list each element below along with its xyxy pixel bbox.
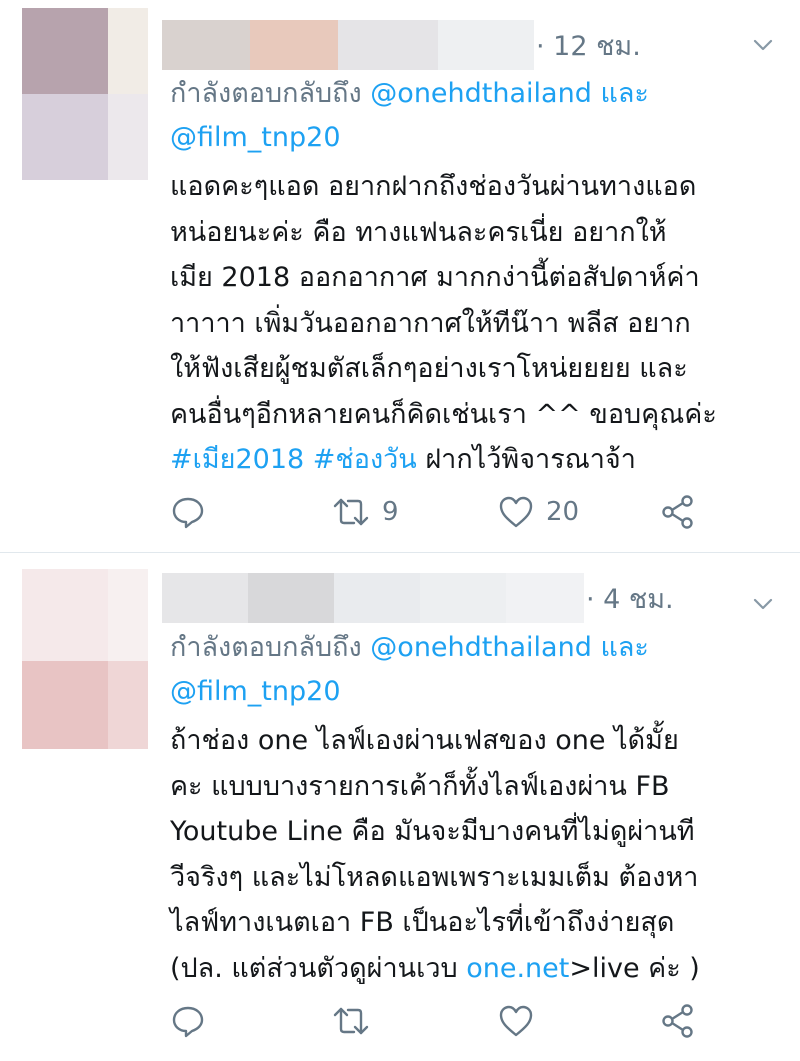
tweet-actions [170, 1001, 730, 1041]
share-icon [662, 1004, 693, 1038]
reply-icon [172, 497, 204, 529]
share-button[interactable] [660, 1001, 696, 1041]
reply-prefix: กำลังตอบกลับถึง [170, 632, 362, 663]
retweet-button[interactable] [332, 1001, 382, 1041]
retweet-count: 9 [382, 497, 399, 527]
tweet-text-line: (ปล. แต่ส่วนตัวดูผ่านเวบ one.net>live ค่… [170, 946, 780, 992]
tweet[interactable]: · 12 ชม. กำลังตอบกลับถึง @onehdthailand … [0, 0, 800, 553]
hashtag-link[interactable]: #เมีย2018 [170, 444, 304, 475]
tweet-text-line: หน่อยนะค่ะ คือ ทางแฟนละครเนี่ย อยากให้ [170, 216, 667, 248]
reply-and: และ [600, 632, 649, 663]
mention-link[interactable]: @onehdthailand [370, 632, 592, 663]
chevron-down-icon[interactable] [752, 593, 774, 615]
reply-icon [172, 1006, 204, 1038]
url-link[interactable]: one.net [466, 953, 569, 984]
tweet-timestamp[interactable]: · 12 ชม. [536, 24, 641, 67]
like-button[interactable] [498, 1001, 546, 1041]
tweet-text-line: #เมีย2018 #ช่องวัน ฝากไว้พิจารณาจ้า [170, 437, 780, 483]
author-name-blurred[interactable] [162, 20, 534, 70]
tweet-text-line: วีจริงๆ และไม่โหลดแอพเพราะเมมเต็ม ต้องหา [170, 861, 699, 893]
chevron-down-icon[interactable] [752, 34, 774, 56]
like-icon [499, 496, 533, 528]
tweet-text-line: ถ้าช่อง one ไลฟ์เองผ่านเฟสของ one ได้มั้… [170, 725, 679, 756]
reply-button[interactable] [170, 1001, 206, 1041]
tweet-text-segment: (ปล. แต่ส่วนตัวดูผ่านเวบ [170, 952, 458, 984]
tweet-text-line: คะ แบบบางรายการเค้าก็ทั้งไลฟ์เองผ่าน FB [170, 770, 670, 802]
retweet-button[interactable]: 9 [332, 492, 399, 532]
mention-link[interactable]: @onehdthailand [370, 78, 592, 109]
tweet-text-line: Youtube Line คือ มันจะมีบางคนที่ไม่ดูผ่า… [170, 816, 695, 847]
replying-to: กำลังตอบกลับถึง @onehdthailand และ @film… [170, 72, 649, 160]
tweet-header: · 12 ชม. [162, 20, 641, 70]
mention-link[interactable]: @film_tnp20 [170, 676, 341, 707]
share-icon [662, 495, 693, 529]
reply-button[interactable] [170, 492, 206, 532]
tweet-timestamp[interactable]: · 4 ชม. [586, 577, 674, 620]
tweet-header: · 4 ชม. [162, 573, 674, 623]
tweet-text-segment: >live ค่ะ ) [569, 952, 700, 984]
tweet[interactable]: · 4 ชม. กำลังตอบกลับถึง @onehdthailand แ… [0, 553, 800, 1061]
tweet-text-line: แอดคะๆแอด อยากฝากถึงช่องวันผ่านทางแอด [170, 171, 697, 202]
retweet-icon [333, 1007, 369, 1035]
hashtag-link[interactable]: #ช่องวัน [313, 444, 417, 475]
like-icon [499, 1005, 533, 1037]
share-button[interactable] [660, 492, 696, 532]
avatar[interactable] [22, 569, 148, 749]
retweet-icon [333, 498, 369, 526]
like-count: 20 [546, 497, 580, 527]
tweet-text: แอดคะๆแอด อยากฝากถึงช่องวันผ่านทางแอด หน… [170, 164, 780, 483]
tweet-text-tail: ฝากไว้พิจารณาจ้า [425, 444, 636, 475]
author-name-blurred[interactable] [162, 573, 584, 623]
tweet-text-line: เมีย 2018 ออกอากาศ มากกง่านี้ต่อสัปดาห์ค… [170, 262, 700, 293]
tweet-actions: 9 20 [170, 492, 730, 532]
like-button[interactable]: 20 [498, 492, 579, 532]
tweet-text-line: คนอื่นๆอีกหลายคนก็คิดเช่นเรา ^^ ขอบคุณค่… [170, 398, 717, 430]
replying-to: กำลังตอบกลับถึง @onehdthailand และ @film… [170, 626, 649, 714]
tweet-text-line: าาาาา เพิ่มวันออกอากาศให้ทีน๊าา พลีส อยา… [170, 307, 691, 339]
tweet-text-line: ไลฟ์ทางเนตเอา FB เป็นอะไรที่เข้าถึงง่ายส… [170, 907, 675, 938]
mention-link[interactable]: @film_tnp20 [170, 122, 341, 153]
tweet-text: ถ้าช่อง one ไลฟ์เองผ่านเฟสของ one ได้มั้… [170, 718, 780, 991]
avatar[interactable] [22, 8, 148, 180]
tweet-text-line: ให้ฟังเสียผู้ชมตัสเล็กๆอย่างเราโหน่ยยยย … [170, 353, 688, 384]
reply-and: และ [600, 78, 649, 109]
reply-prefix: กำลังตอบกลับถึง [170, 78, 362, 109]
